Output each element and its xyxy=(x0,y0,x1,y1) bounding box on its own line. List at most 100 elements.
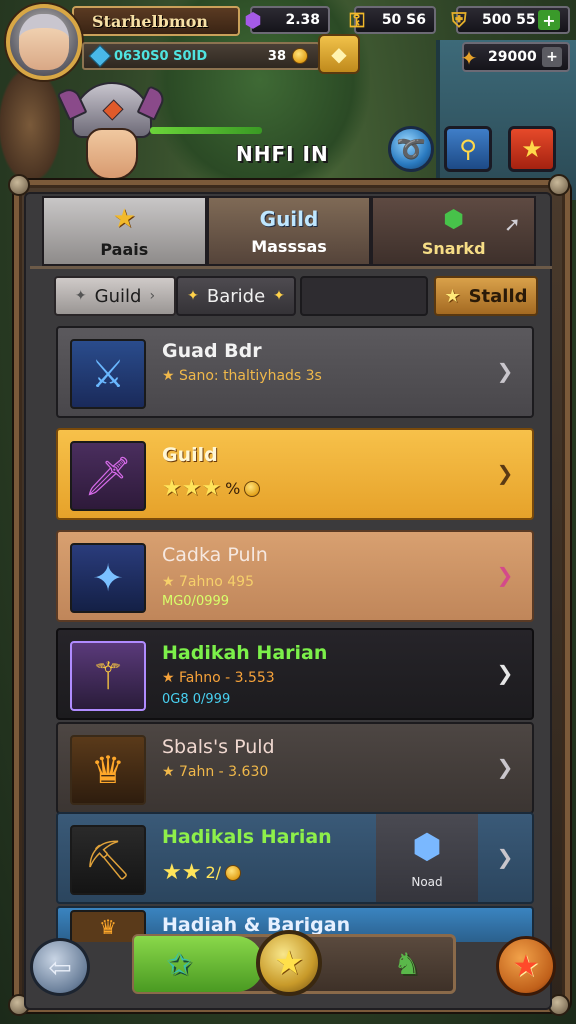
sparkle-icon: ✦ xyxy=(74,288,87,304)
gold-bars-icon: ✦ xyxy=(460,46,478,70)
item-rating: ★★ 2/ xyxy=(162,860,242,885)
item-progress: 0G8 0/999 xyxy=(162,692,231,707)
tab-label: Masssas xyxy=(251,236,327,256)
gauntlet-icon: ⛏ xyxy=(70,825,146,895)
filter-guild[interactable]: ✦ Guild › xyxy=(54,276,176,316)
nav-goblin-button[interactable]: ♞ xyxy=(384,942,430,986)
player-name: Starhelbmon xyxy=(92,11,209,31)
chest-icon: ♛ xyxy=(70,735,146,805)
favorite-button[interactable]: ★ xyxy=(508,126,556,172)
swirl-button[interactable]: ➰ xyxy=(388,126,434,172)
swirl-icon: ➰ xyxy=(396,135,426,163)
hero-face xyxy=(86,128,138,180)
resource-potion[interactable]: ⬢ 2.38 xyxy=(244,6,330,34)
back-button[interactable]: ⇦ xyxy=(30,938,90,996)
shield-gem-icon: ⛨ xyxy=(451,8,467,32)
staff-icon: ⚚ xyxy=(70,641,146,711)
filter-stalld[interactable]: ★ Stalld xyxy=(434,276,538,316)
resource-key[interactable]: ⚿ 50 S6 xyxy=(349,6,436,34)
star-icon: ★ xyxy=(112,203,136,234)
gem-icon xyxy=(88,44,112,68)
filter-label: Guild xyxy=(94,285,142,307)
chevron-right-icon: ❯ xyxy=(496,661,514,685)
avatar-portrait xyxy=(19,14,69,70)
star-icon: ★★★ xyxy=(162,476,222,501)
star-icon: ★ xyxy=(444,285,461,307)
list-item[interactable]: ✦ Cadka Puln ★ 7ahno 495 MG0/0999 ❯ xyxy=(56,530,534,622)
item-subtitle: ★ 7ahno 495 xyxy=(162,574,254,590)
list-item[interactable]: ⚔ Guad Bdr ★ Sano: thaltiyhads 3s ❯ xyxy=(56,326,534,418)
sword-icon: ⚔ xyxy=(70,339,146,409)
item-title: Hadikals Harian xyxy=(162,826,332,848)
item-reward-badge: ⬢ Noad xyxy=(376,814,478,902)
panel-tabs: ★ Paais Guild Masssas ⬢ Snarkd xyxy=(42,196,537,266)
tab-label: Snarkd xyxy=(421,238,486,258)
player-name-plate: Starhelbmon xyxy=(72,6,240,36)
chevron-right-icon: ❯ xyxy=(496,461,514,485)
resource-shield[interactable]: ⛨ 500 55 + xyxy=(452,6,570,34)
sparkle-icon: ✦ xyxy=(273,288,285,304)
sparkle-icon: ✦ xyxy=(187,288,199,304)
coin-icon xyxy=(225,864,242,881)
coin-icon xyxy=(292,48,308,64)
list-item[interactable]: ⛏ Hadikals Harian ★★ 2/ ⬢ Noad ❯ xyxy=(56,812,534,904)
arrow-left-icon: ⇦ xyxy=(48,950,72,984)
add-gold-button[interactable]: + xyxy=(542,47,562,67)
resource-gold[interactable]: ✦ 29000 + xyxy=(461,42,570,72)
star-icon: ★ xyxy=(512,948,540,984)
filter-row: ✦ Guild › ✦ Baride ✦ ★ Stalld xyxy=(52,276,538,316)
hero-health-bar xyxy=(150,127,262,134)
bottom-navigation: ⇦ ✩ ★ ♞ ★ xyxy=(20,930,556,1006)
star-icon: ★★ xyxy=(162,860,202,885)
emerald-icon: ⬢ xyxy=(443,204,465,233)
list-item[interactable]: ⚚ Hadikah Harian ★ Fahno - 3.553 0G8 0/9… xyxy=(56,628,534,720)
item-title: Cadka Puln xyxy=(162,544,268,566)
premium-diamond-button[interactable]: ◆ xyxy=(318,34,360,74)
goblin-icon: ♞ xyxy=(393,946,421,982)
tab-label: Paais xyxy=(100,239,149,259)
spear-icon: ✦ xyxy=(70,543,146,613)
item-progress: MG0/0999 xyxy=(162,594,230,609)
nav-home-button[interactable]: ★ xyxy=(256,930,322,996)
list-item-selected[interactable]: 🗡 Guild ★★★ % ❯ xyxy=(56,428,534,520)
tab-paais[interactable]: ★ Paais xyxy=(42,196,207,266)
blade-icon: 🗡 xyxy=(70,441,146,511)
xp-text: 0630S0 S0ID xyxy=(114,48,208,64)
player-xp-bar: 0630S0 S0ID 38 xyxy=(82,42,320,70)
item-title: Hadiah & Barigan xyxy=(162,914,351,936)
hero-name: NHFI IN xyxy=(236,142,329,166)
star-icon: ★ xyxy=(273,943,305,983)
filter-label: Stalld xyxy=(468,285,528,307)
player-avatar[interactable] xyxy=(6,4,82,80)
helmet-gem-icon xyxy=(102,99,124,121)
nav-star-button[interactable]: ✩ xyxy=(156,942,202,986)
cube-icon: ⬢ xyxy=(412,827,442,867)
filter-empty-slot[interactable] xyxy=(300,276,428,316)
item-subtitle: ★ Sano: thaltiyhads 3s xyxy=(162,368,322,384)
key-icon: ⚿ xyxy=(349,8,365,32)
hero-portrait[interactable] xyxy=(64,82,160,186)
filter-baride[interactable]: ✦ Baride ✦ xyxy=(176,276,296,316)
item-suffix: 2/ xyxy=(205,863,222,882)
filter-label: Baride xyxy=(206,285,266,307)
star-outline-icon: ✩ xyxy=(166,946,192,982)
tabs-next-icon[interactable]: ➚ xyxy=(504,212,521,236)
resource-shield-value: 500 55 xyxy=(482,12,536,28)
tab-top-label: Guild xyxy=(259,206,319,231)
add-resource-button[interactable]: + xyxy=(538,10,560,30)
potion-icon: ⬢ xyxy=(244,8,262,32)
search-button[interactable]: ⚲ xyxy=(444,126,492,172)
coin-icon xyxy=(244,480,261,497)
resource-key-value: 50 S6 xyxy=(381,12,426,28)
chevron-right-icon: ❯ xyxy=(496,359,514,383)
item-title: Sbals's Puld xyxy=(162,736,275,758)
item-title: Guild xyxy=(162,444,218,466)
nav-favorites-button[interactable]: ★ xyxy=(496,936,556,996)
chevron-right-icon: ❯ xyxy=(496,563,514,587)
resource-gold-value: 29000 xyxy=(488,49,537,65)
resource-potion-value: 2.38 xyxy=(285,12,320,28)
reward-label: Noad xyxy=(411,875,443,889)
tab-guild[interactable]: Guild Masssas xyxy=(206,196,372,266)
list-item[interactable]: ♛ Sbals's Puld ★ 7ahn - 3.630 ❯ xyxy=(56,722,534,814)
item-subtitle: ★ 7ahn - 3.630 xyxy=(162,764,269,780)
